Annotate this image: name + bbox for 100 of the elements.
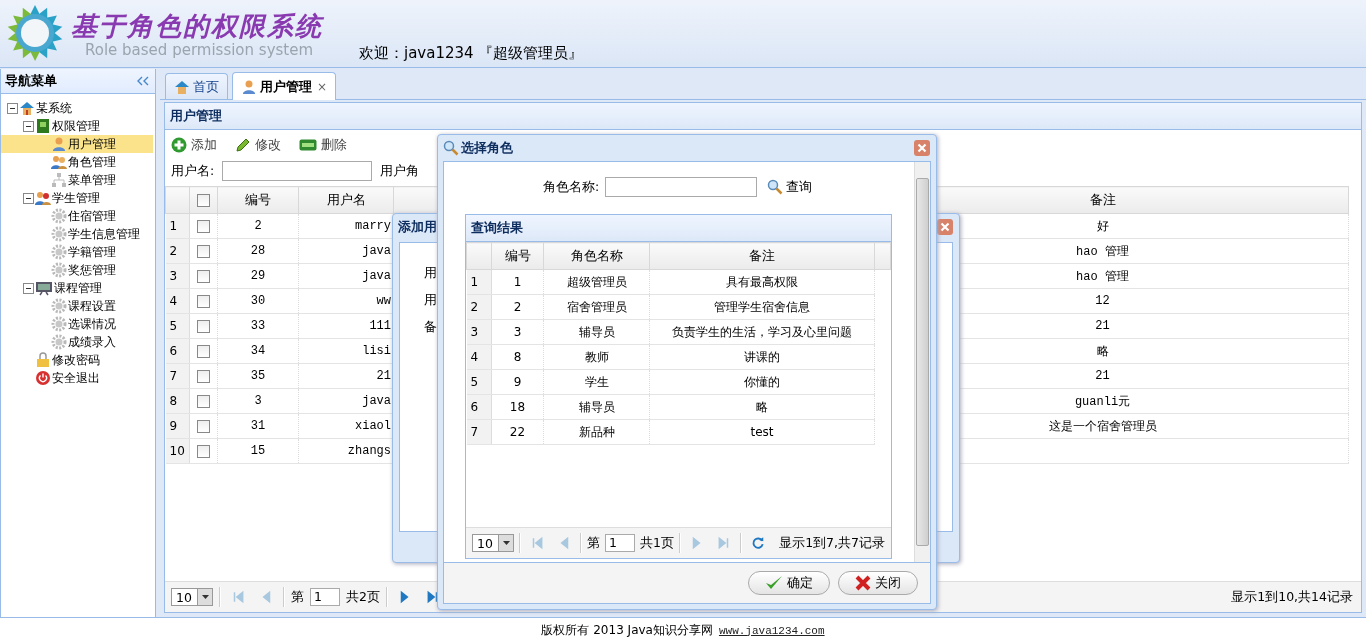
tree-item[interactable]: 住宿管理 <box>1 207 153 225</box>
row-number: 1 <box>466 269 492 295</box>
row-checkbox[interactable] <box>197 294 210 308</box>
tree-item[interactable]: 成绩录入 <box>1 333 153 351</box>
row-checkbox[interactable] <box>197 369 210 383</box>
expander-icon[interactable] <box>23 282 34 294</box>
column-header[interactable]: 角色名称 <box>543 242 650 270</box>
row-number: 3 <box>466 319 492 345</box>
select-all-checkbox[interactable] <box>197 193 210 207</box>
row-checkbox[interactable] <box>197 319 210 333</box>
tree-item[interactable]: 角色管理 <box>1 153 153 171</box>
page-number-field[interactable]: 1 <box>310 588 340 606</box>
column-header[interactable]: 用户名 <box>298 186 394 214</box>
tree-item[interactable]: 某系统 <box>1 99 153 117</box>
confirm-button[interactable]: 确定 <box>748 571 830 595</box>
tree-item[interactable]: 学生信息管理 <box>1 225 153 243</box>
tree-item[interactable]: 权限管理 <box>1 117 153 135</box>
table-cell: 8 <box>491 344 544 370</box>
collapse-icon[interactable] <box>137 76 149 86</box>
gear-icon <box>51 298 67 314</box>
page-size-select[interactable]: 10 <box>472 534 514 552</box>
refresh-icon[interactable] <box>750 536 765 550</box>
dialog-title: 选择角色 <box>461 139 513 157</box>
users-icon <box>51 154 67 170</box>
row-number: 5 <box>165 313 190 339</box>
table-cell: 22 <box>491 419 544 445</box>
expander-icon[interactable] <box>23 192 34 204</box>
table-cell: 讲课的 <box>649 344 875 370</box>
cross-icon <box>855 575 871 591</box>
role-name-field[interactable] <box>605 177 758 197</box>
column-header[interactable]: 编号 <box>217 186 299 214</box>
tree-item[interactable]: 选课情况 <box>1 315 153 333</box>
check-icon <box>765 575 783 591</box>
close-icon[interactable] <box>914 140 930 156</box>
row-number: 9 <box>165 413 190 439</box>
table-cell: 29 <box>217 263 299 289</box>
row-number: 4 <box>466 344 492 370</box>
record-summary: 显示1到7,共7记录 <box>779 534 885 552</box>
panel-title: 用户管理 <box>170 107 222 125</box>
page-size-select[interactable]: 10 <box>171 588 213 606</box>
tree-item[interactable]: 用户管理 <box>1 135 153 153</box>
search-button[interactable]: 查询 <box>767 178 813 196</box>
scrollbar[interactable] <box>914 162 930 562</box>
row-number: 5 <box>466 369 492 395</box>
field-label: 用户角 <box>380 162 420 180</box>
table-cell: 33 <box>217 313 299 339</box>
row-checkbox[interactable] <box>197 419 210 433</box>
table-cell: 管理学生宿舍信息 <box>649 294 875 320</box>
tree-item[interactable]: 菜单管理 <box>1 171 153 189</box>
plus-icon <box>171 137 187 153</box>
tab-close-button[interactable]: × <box>317 79 328 94</box>
row-number: 7 <box>466 419 492 445</box>
row-checkbox[interactable] <box>197 219 210 233</box>
close-button[interactable]: 关闭 <box>838 571 918 595</box>
site-link[interactable]: www.java1234.com <box>718 624 825 637</box>
row-checkbox[interactable] <box>197 394 210 408</box>
field-label: 备 <box>424 319 438 336</box>
tree-item[interactable]: 学籍管理 <box>1 243 153 261</box>
edit-button[interactable]: 修改 <box>235 136 281 154</box>
last-page-icon[interactable] <box>425 590 440 604</box>
home-icon <box>174 79 190 94</box>
add-button[interactable]: 添加 <box>171 136 217 154</box>
tab[interactable]: 用户管理 × <box>232 72 337 100</box>
tree-item[interactable]: 课程设置 <box>1 297 153 315</box>
table-cell: 34 <box>217 338 299 364</box>
expander-icon[interactable] <box>7 102 18 114</box>
sitemap-icon <box>51 172 67 188</box>
table-cell: 宿舍管理员 <box>543 294 650 320</box>
column-header[interactable]: 备注 <box>649 242 875 270</box>
close-icon[interactable] <box>937 219 953 235</box>
table-cell: 负责学生的生活，学习及心里问题 <box>649 319 875 345</box>
tree-item[interactable]: 安全退出 <box>1 369 153 387</box>
tree-item[interactable]: 学生管理 <box>1 189 153 207</box>
username-field[interactable] <box>222 161 373 181</box>
row-number: 2 <box>165 238 190 264</box>
table-cell: 18 <box>491 394 544 420</box>
sidebar-title: 导航菜单 <box>5 72 57 90</box>
page-count: 共1页 <box>640 534 674 552</box>
row-checkbox[interactable] <box>197 344 210 358</box>
row-number: 6 <box>165 338 190 364</box>
tree-item[interactable]: 奖惩管理 <box>1 261 153 279</box>
copyright-text: 版权所有 2013 Java知识分享网 <box>541 622 713 639</box>
gear-icon <box>51 316 67 332</box>
page-number-field[interactable]: 1 <box>605 534 635 552</box>
tree-item[interactable]: 修改密码 <box>1 351 153 369</box>
row-checkbox[interactable] <box>197 269 210 283</box>
table-cell: 2 <box>217 213 299 239</box>
table-cell: 新品种 <box>543 419 650 445</box>
power-icon <box>35 370 51 386</box>
expander-icon[interactable] <box>23 120 34 132</box>
record-summary: 显示1到10,共14记录 <box>1231 588 1353 606</box>
tab[interactable]: 首页 <box>165 73 228 99</box>
lock-icon <box>35 352 51 368</box>
column-header[interactable]: 编号 <box>491 242 544 270</box>
delete-button[interactable]: 删除 <box>299 136 347 154</box>
row-number: 7 <box>165 363 190 389</box>
row-checkbox[interactable] <box>197 244 210 258</box>
table-cell: 超级管理员 <box>543 269 650 295</box>
tree-item[interactable]: 课程管理 <box>1 279 153 297</box>
row-checkbox[interactable] <box>197 444 210 458</box>
